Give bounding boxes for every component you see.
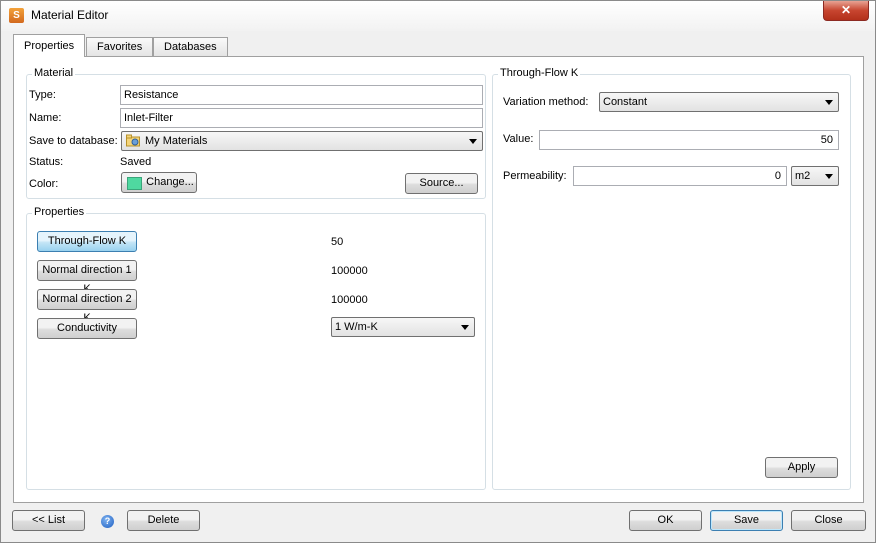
name-field[interactable]: Inlet-Filter (120, 108, 483, 128)
window-title: Material Editor (31, 8, 109, 22)
normal-direction-2-k-value: 100000 (331, 294, 368, 306)
variation-method-value: Constant (603, 96, 648, 108)
save-button[interactable]: Save (710, 510, 783, 531)
window-close-button[interactable]: ✕ (823, 1, 869, 21)
properties-tab-panel: Material Type: Resistance Name: Inlet-Fi… (13, 56, 864, 503)
material-group-title: Material (32, 67, 76, 79)
status-label: Status: (29, 156, 64, 168)
type-field[interactable]: Resistance (120, 85, 483, 105)
close-button[interactable]: Close (791, 510, 866, 531)
permeability-unit-value: m2 (795, 170, 811, 182)
title-bar[interactable]: S Material Editor ✕ (1, 1, 875, 31)
save-to-database-label: Save to database: (29, 135, 118, 147)
tab-properties[interactable]: Properties (13, 34, 86, 57)
change-color-label: Change... (146, 176, 194, 188)
properties-group-title: Properties (32, 206, 87, 218)
color-swatch (127, 177, 142, 190)
color-label: Color: (29, 178, 59, 190)
name-label: Name: (29, 112, 62, 124)
through-flow-k-button[interactable]: Through-Flow K (37, 231, 137, 252)
value-field[interactable]: 50 (539, 130, 839, 150)
tab-favorites[interactable]: Favorites (86, 37, 154, 56)
list-button[interactable]: << List (12, 510, 85, 531)
properties-group: Properties (26, 206, 486, 490)
delete-button[interactable]: Delete (127, 510, 200, 531)
database-select-value: My Materials (145, 135, 208, 147)
normal-direction-1-k-value: 100000 (331, 265, 368, 277)
chevron-down-icon (461, 325, 469, 330)
variation-method-select[interactable]: Constant (599, 92, 839, 112)
database-select[interactable]: My Materials (121, 131, 483, 151)
permeability-unit-select[interactable]: m2 (791, 166, 839, 186)
through-flow-k-value: 50 (331, 236, 344, 248)
ok-button[interactable]: OK (629, 510, 702, 531)
status-value: Saved (120, 156, 152, 168)
variation-method-label: Variation method: (503, 96, 589, 108)
normal-direction-2-k-button[interactable]: Normal direction 2 K (37, 289, 137, 324)
conductivity-button[interactable]: Conductivity (37, 318, 137, 339)
through-flow-k-group-title: Through-Flow K (498, 67, 581, 79)
permeability-field[interactable]: 0 (573, 166, 787, 186)
source-button[interactable]: Source... (405, 173, 478, 194)
permeability-label: Permeability: (503, 170, 567, 182)
database-folder-icon (126, 134, 140, 147)
chevron-down-icon (825, 100, 833, 105)
conductivity-unit-select[interactable]: 1 W/m-K (331, 317, 475, 337)
chevron-down-icon (825, 174, 833, 179)
value-label: Value: (503, 133, 534, 145)
material-editor-window: S Material Editor ✕ Properties Favorites… (0, 0, 876, 543)
help-icon[interactable]: ? (101, 515, 114, 528)
conductivity-unit-value: 1 W/m-K (335, 321, 378, 333)
normal-direction-1-k-button[interactable]: Normal direction 1 K (37, 260, 137, 295)
type-label: Type: (29, 89, 56, 101)
change-color-button[interactable]: Change... (121, 172, 197, 193)
app-logo-icon: S (9, 8, 24, 23)
apply-button[interactable]: Apply (765, 457, 838, 478)
tab-databases[interactable]: Databases (153, 37, 228, 56)
chevron-down-icon (469, 139, 477, 144)
